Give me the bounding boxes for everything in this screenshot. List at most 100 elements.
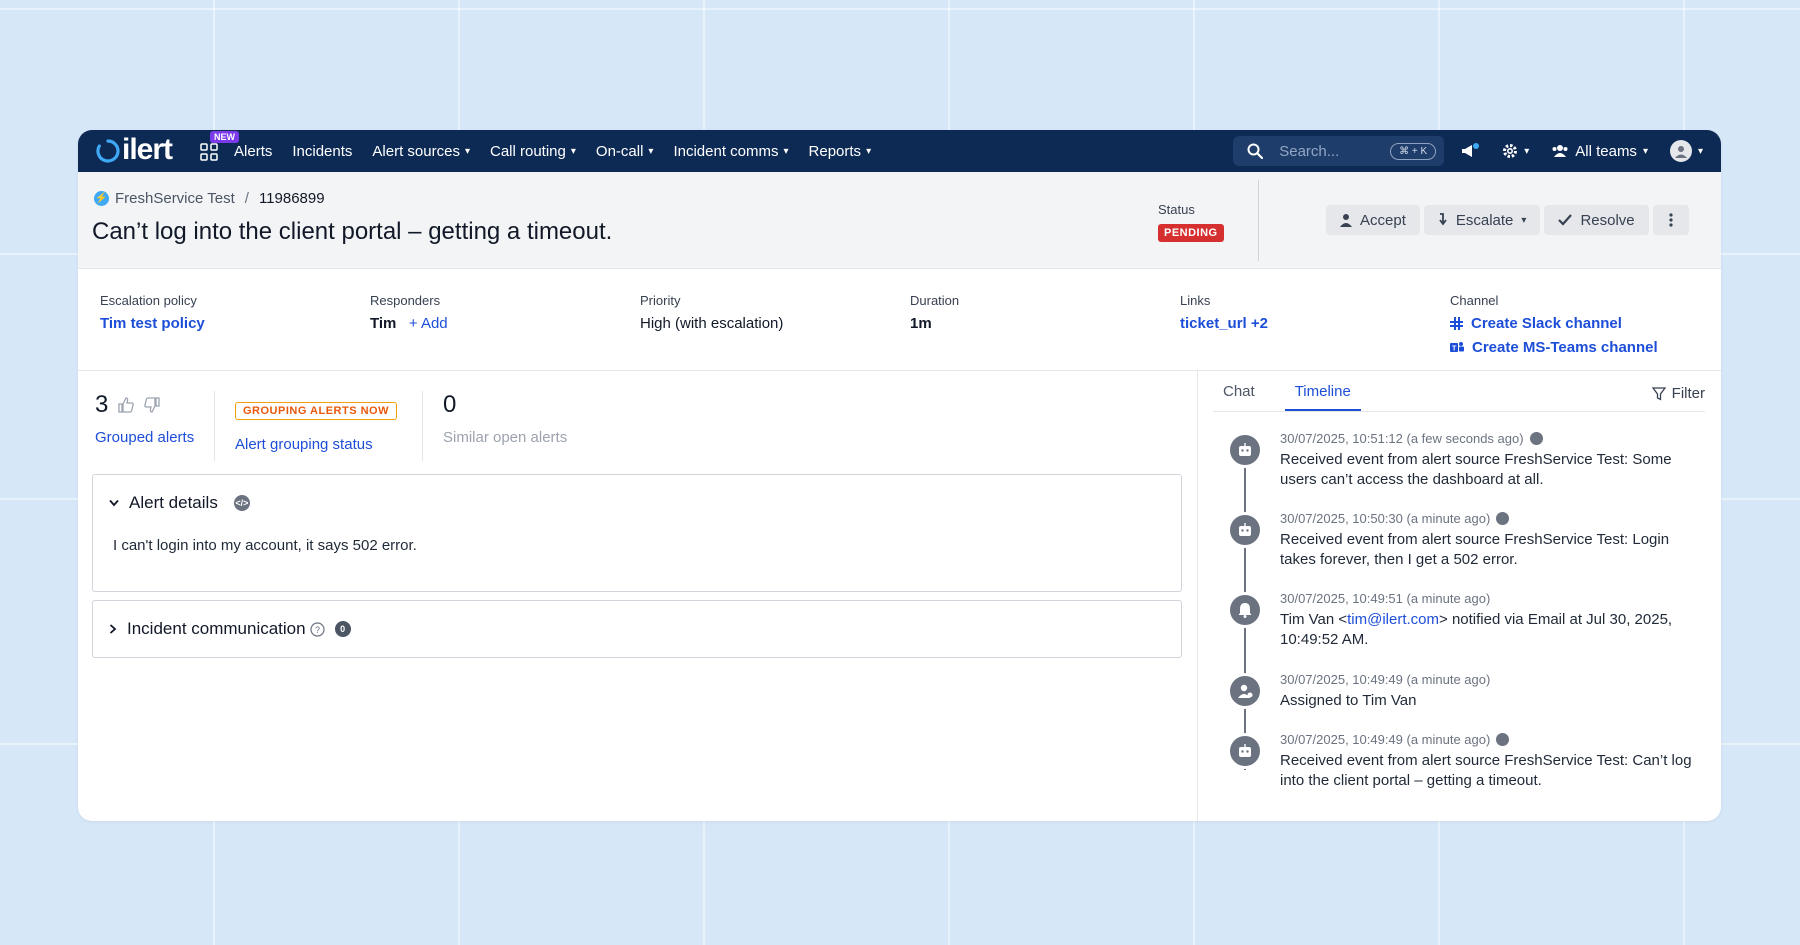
thumbs-down-icon[interactable] [144,397,161,413]
ms-teams-icon: T [1450,342,1464,353]
tab-timeline[interactable]: Timeline [1284,383,1361,411]
top-nav: ilert NEW Alerts Incidents Alert sources… [78,130,1721,172]
chevron-down-icon: ▾ [1521,214,1527,226]
duration-value: 1m [910,315,932,332]
similar-alerts-count: 0 [443,391,457,418]
stat-divider [214,391,215,461]
nav-incident-comms[interactable]: Incident comms ▾ [673,143,788,160]
escalate-arrow-icon [1439,213,1447,226]
app-window: ilert NEW Alerts Incidents Alert sources… [78,130,1721,821]
chevron-down-icon: ▾ [783,145,789,157]
grouped-alerts-link[interactable]: Grouped alerts [95,429,194,446]
alert-details-card: Alert details </> I can't login into my … [92,474,1182,592]
duration-field: Duration 1m [910,293,959,332]
responders-field: Responders Tim + Add [370,293,448,333]
chevron-down-icon: ▾ [1642,145,1648,157]
create-teams-channel-label: Create MS-Teams channel [1472,339,1658,356]
email-link[interactable]: tim@ilert.com [1347,611,1439,628]
teams-label: All teams [1575,142,1637,160]
panel-tabs: Chat Timeline [1213,371,1705,412]
alert-info-row: Escalation policy Tim test policy Respon… [78,269,1721,371]
accept-button[interactable]: Accept [1326,205,1420,235]
more-actions-button[interactable] [1652,205,1689,235]
nav-call-routing[interactable]: Call routing ▾ [490,143,576,160]
code-source-icon[interactable] [1529,432,1543,445]
timeline-message: Tim Van <tim@ilert.com> notified via Ema… [1280,610,1700,650]
priority-value[interactable]: High (with escalation) [640,315,783,332]
status-badge: PENDING [1158,224,1224,242]
breadcrumb-source[interactable]: FreshService Test [115,190,235,207]
links-label: Links [1180,293,1211,308]
help-circle-icon[interactable]: ? [309,621,325,637]
escalate-button[interactable]: Escalate ▾ [1423,205,1541,235]
create-slack-channel-label: Create Slack channel [1471,315,1622,332]
code-source-icon[interactable]: </> [233,495,250,511]
alert-details-body: I can't login into my account, it says 5… [113,537,417,554]
settings-button[interactable]: ▾ [1502,143,1529,159]
filter-button[interactable]: Filter [1651,385,1705,402]
breadcrumb-separator: / [244,190,249,207]
resolve-button[interactable]: Resolve [1544,205,1649,235]
robot-icon [1227,512,1263,548]
user-menu[interactable]: ▾ [1669,140,1703,162]
alert-details-toggle[interactable]: Alert details </> [109,493,250,513]
announcements-button[interactable] [1460,142,1480,160]
create-slack-channel-button[interactable]: Create Slack channel [1450,315,1658,332]
status-block: Status PENDING [1158,202,1224,242]
apps-grid-button[interactable]: NEW [200,131,240,162]
ilert-logo[interactable]: ilert [96,133,173,166]
svg-text:T: T [1452,346,1457,353]
nav-call-routing-label: Call routing [490,142,566,160]
nav-reports-label: Reports [808,142,862,160]
users-icon [1552,145,1568,157]
breadcrumb: ⚡ FreshService Test / 11986899 [94,190,325,207]
grouping-alerts-badge: GROUPING ALERTS NOW [235,402,397,420]
logo-text: ilert [122,133,173,166]
timeline-message: Received event from alert source FreshSe… [1280,531,1670,568]
code-source-icon[interactable] [1496,512,1510,525]
tab-chat[interactable]: Chat [1213,383,1265,411]
links-field: Links ticket_url +2 [1180,293,1268,332]
chevron-down-icon: ▾ [1524,145,1530,157]
links-value[interactable]: ticket_url +2 [1180,315,1268,332]
alert-grouping-status-link[interactable]: Alert grouping status [235,436,397,453]
timeline-time: 30/07/2025, 10:49:49 (a minute ago) [1280,672,1491,687]
incident-communication-toggle[interactable]: Incident communication ? 0 [109,619,351,639]
nav-incidents[interactable]: Incidents [292,143,352,160]
escalate-label: Escalate [1455,211,1514,229]
nav-reports[interactable]: Reports ▾ [809,143,872,160]
timeline-time: 30/07/2025, 10:49:51 (a minute ago) [1280,591,1491,606]
teams-selector[interactable]: All teams ▾ [1551,143,1648,160]
escalation-policy-label: Escalation policy [100,293,197,308]
checkmark-icon [1558,214,1573,226]
search-icon [1247,143,1264,159]
timeline-message: Received event from alert source FreshSe… [1280,451,1672,488]
megaphone-icon [1462,143,1480,157]
incident-communication-title: Incident communication [127,619,306,638]
filter-icon [1651,386,1666,401]
similar-alerts-label: Similar open alerts [443,429,568,446]
nav-alert-sources-label: Alert sources [372,142,460,160]
channel-field: Channel Create Slack channel T Create MS… [1450,293,1658,363]
nav-alerts-label: Alerts [234,142,273,160]
code-source-icon[interactable] [1496,733,1510,746]
responders-label: Responders [370,293,441,308]
nav-on-call[interactable]: On-call ▾ [596,143,654,160]
add-responder-button[interactable]: + Add [409,315,448,332]
svg-text:?: ? [315,625,320,635]
escalation-policy-link[interactable]: Tim test policy [100,315,205,332]
accept-label: Accept [1360,211,1406,229]
timeline-message: Assigned to Tim Van [1280,692,1417,709]
create-teams-channel-button[interactable]: T Create MS-Teams channel [1450,339,1658,356]
new-badge: NEW [210,131,240,143]
action-bar: Accept Escalate ▾ Resolve [1326,205,1689,235]
slack-icon [1450,317,1463,330]
search-input[interactable]: Search... ⌘ + K [1233,136,1445,166]
grouped-alerts-count: 3 [95,391,109,418]
bell-icon [1227,592,1263,628]
nav-alert-sources[interactable]: Alert sources ▾ [372,143,470,160]
timeline-message-pre: Tim Van < [1280,611,1348,628]
robot-icon [1227,432,1263,468]
thumbs-up-icon[interactable] [118,397,135,413]
nav-alerts[interactable]: Alerts [234,143,272,160]
